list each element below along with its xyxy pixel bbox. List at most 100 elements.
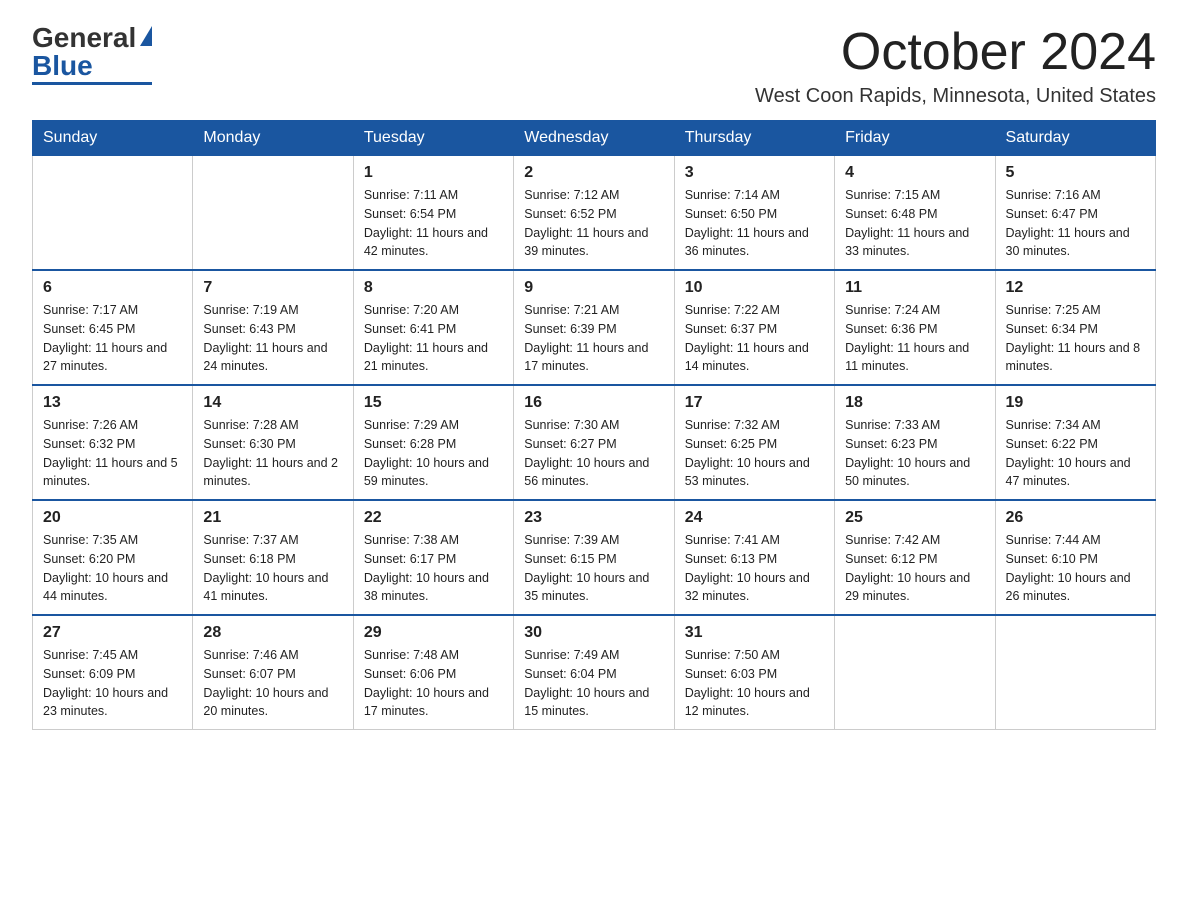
day-number: 13 xyxy=(43,394,182,412)
day-info: Sunrise: 7:26 AMSunset: 6:32 PMDaylight:… xyxy=(43,418,178,488)
day-info: Sunrise: 7:46 AMSunset: 6:07 PMDaylight:… xyxy=(203,648,328,718)
day-number: 12 xyxy=(1006,279,1145,297)
day-info: Sunrise: 7:12 AMSunset: 6:52 PMDaylight:… xyxy=(524,188,648,258)
table-row: 22 Sunrise: 7:38 AMSunset: 6:17 PMDaylig… xyxy=(353,500,513,615)
table-row: 17 Sunrise: 7:32 AMSunset: 6:25 PMDaylig… xyxy=(674,385,834,500)
table-row: 5 Sunrise: 7:16 AMSunset: 6:47 PMDayligh… xyxy=(995,156,1155,271)
day-number: 23 xyxy=(524,509,663,527)
day-number: 6 xyxy=(43,279,182,297)
day-info: Sunrise: 7:15 AMSunset: 6:48 PMDaylight:… xyxy=(845,188,969,258)
day-info: Sunrise: 7:34 AMSunset: 6:22 PMDaylight:… xyxy=(1006,418,1131,488)
day-number: 22 xyxy=(364,509,503,527)
day-info: Sunrise: 7:32 AMSunset: 6:25 PMDaylight:… xyxy=(685,418,810,488)
location-title: West Coon Rapids, Minnesota, United Stat… xyxy=(755,85,1156,108)
logo-general-text: General xyxy=(32,24,136,52)
day-info: Sunrise: 7:30 AMSunset: 6:27 PMDaylight:… xyxy=(524,418,649,488)
day-number: 26 xyxy=(1006,509,1145,527)
day-info: Sunrise: 7:39 AMSunset: 6:15 PMDaylight:… xyxy=(524,533,649,603)
day-number: 8 xyxy=(364,279,503,297)
logo-underline xyxy=(32,82,152,85)
table-row: 10 Sunrise: 7:22 AMSunset: 6:37 PMDaylig… xyxy=(674,270,834,385)
calendar-header-row: Sunday Monday Tuesday Wednesday Thursday… xyxy=(33,121,1156,156)
calendar-row: 27 Sunrise: 7:45 AMSunset: 6:09 PMDaylig… xyxy=(33,615,1156,730)
day-number: 5 xyxy=(1006,164,1145,182)
table-row: 9 Sunrise: 7:21 AMSunset: 6:39 PMDayligh… xyxy=(514,270,674,385)
day-info: Sunrise: 7:44 AMSunset: 6:10 PMDaylight:… xyxy=(1006,533,1131,603)
day-info: Sunrise: 7:14 AMSunset: 6:50 PMDaylight:… xyxy=(685,188,809,258)
day-info: Sunrise: 7:25 AMSunset: 6:34 PMDaylight:… xyxy=(1006,303,1141,373)
table-row: 4 Sunrise: 7:15 AMSunset: 6:48 PMDayligh… xyxy=(835,156,995,271)
table-row xyxy=(835,615,995,730)
day-number: 18 xyxy=(845,394,984,412)
day-info: Sunrise: 7:20 AMSunset: 6:41 PMDaylight:… xyxy=(364,303,488,373)
day-number: 16 xyxy=(524,394,663,412)
day-info: Sunrise: 7:50 AMSunset: 6:03 PMDaylight:… xyxy=(685,648,810,718)
table-row: 7 Sunrise: 7:19 AMSunset: 6:43 PMDayligh… xyxy=(193,270,353,385)
day-info: Sunrise: 7:24 AMSunset: 6:36 PMDaylight:… xyxy=(845,303,969,373)
day-number: 25 xyxy=(845,509,984,527)
day-number: 29 xyxy=(364,624,503,642)
table-row: 23 Sunrise: 7:39 AMSunset: 6:15 PMDaylig… xyxy=(514,500,674,615)
day-number: 3 xyxy=(685,164,824,182)
day-number: 11 xyxy=(845,279,984,297)
table-row: 8 Sunrise: 7:20 AMSunset: 6:41 PMDayligh… xyxy=(353,270,513,385)
col-friday: Friday xyxy=(835,121,995,156)
table-row: 21 Sunrise: 7:37 AMSunset: 6:18 PMDaylig… xyxy=(193,500,353,615)
table-row: 19 Sunrise: 7:34 AMSunset: 6:22 PMDaylig… xyxy=(995,385,1155,500)
col-saturday: Saturday xyxy=(995,121,1155,156)
day-info: Sunrise: 7:17 AMSunset: 6:45 PMDaylight:… xyxy=(43,303,167,373)
day-number: 20 xyxy=(43,509,182,527)
table-row: 20 Sunrise: 7:35 AMSunset: 6:20 PMDaylig… xyxy=(33,500,193,615)
logo-triangle-icon xyxy=(140,26,152,46)
table-row: 25 Sunrise: 7:42 AMSunset: 6:12 PMDaylig… xyxy=(835,500,995,615)
day-info: Sunrise: 7:37 AMSunset: 6:18 PMDaylight:… xyxy=(203,533,328,603)
col-monday: Monday xyxy=(193,121,353,156)
day-info: Sunrise: 7:33 AMSunset: 6:23 PMDaylight:… xyxy=(845,418,970,488)
table-row: 31 Sunrise: 7:50 AMSunset: 6:03 PMDaylig… xyxy=(674,615,834,730)
table-row xyxy=(193,156,353,271)
table-row xyxy=(33,156,193,271)
col-sunday: Sunday xyxy=(33,121,193,156)
day-info: Sunrise: 7:35 AMSunset: 6:20 PMDaylight:… xyxy=(43,533,168,603)
table-row: 2 Sunrise: 7:12 AMSunset: 6:52 PMDayligh… xyxy=(514,156,674,271)
table-row: 3 Sunrise: 7:14 AMSunset: 6:50 PMDayligh… xyxy=(674,156,834,271)
table-row: 24 Sunrise: 7:41 AMSunset: 6:13 PMDaylig… xyxy=(674,500,834,615)
day-number: 4 xyxy=(845,164,984,182)
day-number: 7 xyxy=(203,279,342,297)
table-row: 28 Sunrise: 7:46 AMSunset: 6:07 PMDaylig… xyxy=(193,615,353,730)
day-info: Sunrise: 7:29 AMSunset: 6:28 PMDaylight:… xyxy=(364,418,489,488)
col-thursday: Thursday xyxy=(674,121,834,156)
table-row: 15 Sunrise: 7:29 AMSunset: 6:28 PMDaylig… xyxy=(353,385,513,500)
day-info: Sunrise: 7:41 AMSunset: 6:13 PMDaylight:… xyxy=(685,533,810,603)
table-row: 26 Sunrise: 7:44 AMSunset: 6:10 PMDaylig… xyxy=(995,500,1155,615)
day-info: Sunrise: 7:42 AMSunset: 6:12 PMDaylight:… xyxy=(845,533,970,603)
day-info: Sunrise: 7:22 AMSunset: 6:37 PMDaylight:… xyxy=(685,303,809,373)
day-number: 10 xyxy=(685,279,824,297)
day-number: 1 xyxy=(364,164,503,182)
table-row: 14 Sunrise: 7:28 AMSunset: 6:30 PMDaylig… xyxy=(193,385,353,500)
day-number: 27 xyxy=(43,624,182,642)
col-tuesday: Tuesday xyxy=(353,121,513,156)
calendar-row: 13 Sunrise: 7:26 AMSunset: 6:32 PMDaylig… xyxy=(33,385,1156,500)
day-number: 19 xyxy=(1006,394,1145,412)
table-row xyxy=(995,615,1155,730)
day-info: Sunrise: 7:38 AMSunset: 6:17 PMDaylight:… xyxy=(364,533,489,603)
table-row: 12 Sunrise: 7:25 AMSunset: 6:34 PMDaylig… xyxy=(995,270,1155,385)
day-info: Sunrise: 7:19 AMSunset: 6:43 PMDaylight:… xyxy=(203,303,327,373)
day-info: Sunrise: 7:11 AMSunset: 6:54 PMDaylight:… xyxy=(364,188,488,258)
calendar-row: 6 Sunrise: 7:17 AMSunset: 6:45 PMDayligh… xyxy=(33,270,1156,385)
calendar-row: 1 Sunrise: 7:11 AMSunset: 6:54 PMDayligh… xyxy=(33,156,1156,271)
day-info: Sunrise: 7:45 AMSunset: 6:09 PMDaylight:… xyxy=(43,648,168,718)
table-row: 29 Sunrise: 7:48 AMSunset: 6:06 PMDaylig… xyxy=(353,615,513,730)
day-number: 30 xyxy=(524,624,663,642)
table-row: 27 Sunrise: 7:45 AMSunset: 6:09 PMDaylig… xyxy=(33,615,193,730)
day-number: 28 xyxy=(203,624,342,642)
title-area: October 2024 West Coon Rapids, Minnesota… xyxy=(755,24,1156,108)
day-info: Sunrise: 7:16 AMSunset: 6:47 PMDaylight:… xyxy=(1006,188,1130,258)
day-info: Sunrise: 7:28 AMSunset: 6:30 PMDaylight:… xyxy=(203,418,338,488)
day-number: 15 xyxy=(364,394,503,412)
day-number: 24 xyxy=(685,509,824,527)
day-number: 9 xyxy=(524,279,663,297)
logo-blue-text: Blue xyxy=(32,52,93,80)
page-header: General Blue October 2024 West Coon Rapi… xyxy=(32,24,1156,108)
